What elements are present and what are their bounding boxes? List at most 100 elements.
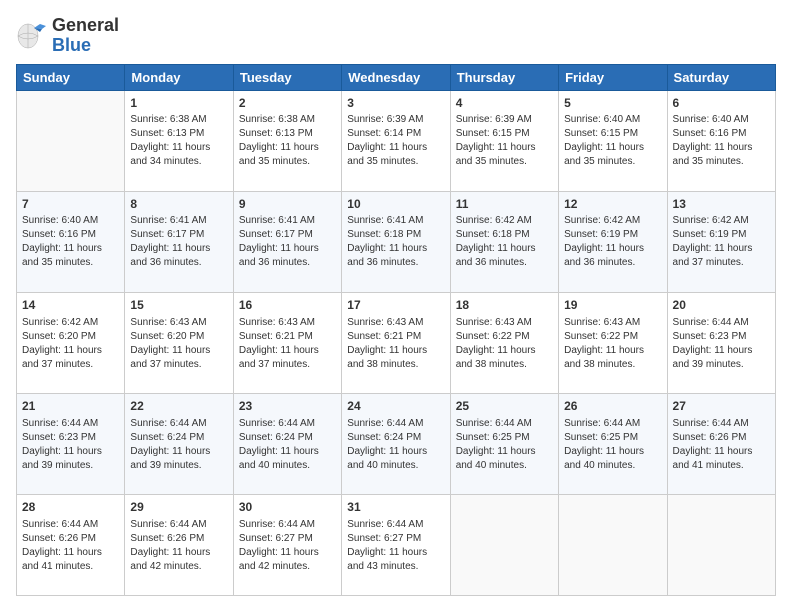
day-info: Sunrise: 6:44 AMSunset: 6:23 PMDaylight:… (673, 316, 770, 372)
day-info: Sunrise: 6:44 AMSunset: 6:25 PMDaylight:… (456, 417, 553, 473)
calendar-cell: 1Sunrise: 6:38 AMSunset: 6:13 PMDaylight… (125, 90, 233, 191)
day-info: Sunrise: 6:38 AMSunset: 6:13 PMDaylight:… (239, 113, 336, 169)
weekday-header: Wednesday (342, 64, 450, 90)
calendar-cell: 15 Sunrise: 6:43 AMSunset: 6:20 PMDayligh… (125, 292, 233, 393)
day-info: Sunrise: 6:43 AMSunset: 6:20 PMDaylight:… (130, 316, 227, 372)
day-number: 3 (347, 95, 444, 112)
day-info: Sunrise: 6:43 AMSunset: 6:22 PMDaylight:… (564, 316, 661, 372)
calendar-cell: 29Sunrise: 6:44 AMSunset: 6:26 PMDayligh… (125, 494, 233, 595)
calendar-cell: 10Sunrise: 6:41 AMSunset: 6:18 PMDayligh… (342, 191, 450, 292)
day-info: Sunrise: 6:39 AMSunset: 6:14 PMDaylight:… (347, 113, 444, 169)
calendar-cell: 23 Sunrise: 6:44 AMSunset: 6:24 PMDayligh… (233, 393, 341, 494)
day-number: 23 (239, 398, 336, 415)
weekday-header: Thursday (450, 64, 558, 90)
day-number: 24 (347, 398, 444, 415)
page: General Blue SundayMondayTuesdayWednesda… (0, 0, 792, 612)
day-number: 25 (456, 398, 553, 415)
day-number: 18 (456, 297, 553, 314)
logo-blue: Blue (52, 35, 91, 55)
calendar-cell: 12Sunrise: 6:42 AMSunset: 6:19 PMDayligh… (559, 191, 667, 292)
day-number: 19 (564, 297, 661, 314)
day-info: Sunrise: 6:44 AMSunset: 6:25 PMDaylight:… (564, 417, 661, 473)
logo-general: General (52, 15, 119, 35)
day-info: Sunrise: 6:42 AMSunset: 6:19 PMDaylight:… (564, 214, 661, 270)
day-info: Sunrise: 6:41 AMSunset: 6:17 PMDaylight:… (239, 214, 336, 270)
calendar-cell: 21 Sunrise: 6:44 AMSunset: 6:23 PMDayligh… (17, 393, 125, 494)
day-info: Sunrise: 6:44 AMSunset: 6:24 PMDaylight:… (239, 417, 336, 473)
day-info: Sunrise: 6:43 AMSunset: 6:21 PMDaylight:… (347, 316, 444, 372)
day-info: Sunrise: 6:40 AMSunset: 6:16 PMDaylight:… (22, 214, 119, 270)
day-info: Sunrise: 6:41 AMSunset: 6:18 PMDaylight:… (347, 214, 444, 270)
calendar-cell: 11Sunrise: 6:42 AMSunset: 6:18 PMDayligh… (450, 191, 558, 292)
calendar-cell: 30 Sunrise: 6:44 AMSunset: 6:27 PMDayligh… (233, 494, 341, 595)
calendar-cell: 27 Sunrise: 6:44 AMSunset: 6:26 PMDayligh… (667, 393, 775, 494)
calendar-cell: 6Sunrise: 6:40 AMSunset: 6:16 PMDaylight… (667, 90, 775, 191)
weekday-header: Sunday (17, 64, 125, 90)
day-info: Sunrise: 6:44 AMSunset: 6:26 PMDaylight:… (22, 518, 119, 574)
day-number: 4 (456, 95, 553, 112)
day-info: Sunrise: 6:38 AMSunset: 6:13 PMDaylight:… (130, 113, 227, 169)
calendar-cell: 18 Sunrise: 6:43 AMSunset: 6:22 PMDayligh… (450, 292, 558, 393)
calendar-cell: 28 Sunrise: 6:44 AMSunset: 6:26 PMDayligh… (17, 494, 125, 595)
header: General Blue (16, 16, 776, 56)
day-info: Sunrise: 6:44 AMSunset: 6:26 PMDaylight:… (673, 417, 770, 473)
day-info: Sunrise: 6:41 AMSunset: 6:17 PMDaylight:… (130, 214, 227, 270)
calendar-cell: 13Sunrise: 6:42 AMSunset: 6:19 PMDayligh… (667, 191, 775, 292)
day-info: Sunrise: 6:42 AMSunset: 6:20 PMDaylight:… (22, 316, 119, 372)
day-number: 21 (22, 398, 119, 415)
calendar-cell: 16Sunrise: 6:43 AMSunset: 6:21 PMDayligh… (233, 292, 341, 393)
calendar-cell: 9Sunrise: 6:41 AMSunset: 6:17 PMDaylight… (233, 191, 341, 292)
day-info: Sunrise: 6:40 AMSunset: 6:16 PMDaylight:… (673, 113, 770, 169)
calendar-cell: 7Sunrise: 6:40 AMSunset: 6:16 PMDaylight… (17, 191, 125, 292)
calendar-cell: 20 Sunrise: 6:44 AMSunset: 6:23 PMDayligh… (667, 292, 775, 393)
day-info: Sunrise: 6:42 AMSunset: 6:19 PMDaylight:… (673, 214, 770, 270)
calendar-cell: 31 Sunrise: 6:44 AMSunset: 6:27 PMDayligh… (342, 494, 450, 595)
day-number: 30 (239, 499, 336, 516)
weekday-header: Friday (559, 64, 667, 90)
day-number: 1 (130, 95, 227, 112)
calendar-cell: 3Sunrise: 6:39 AMSunset: 6:14 PMDaylight… (342, 90, 450, 191)
calendar-cell: 17Sunrise: 6:43 AMSunset: 6:21 PMDayligh… (342, 292, 450, 393)
calendar-cell: 24Sunrise: 6:44 AMSunset: 6:24 PMDayligh… (342, 393, 450, 494)
day-info: Sunrise: 6:44 AMSunset: 6:26 PMDaylight:… (130, 518, 227, 574)
day-info: Sunrise: 6:43 AMSunset: 6:22 PMDaylight:… (456, 316, 553, 372)
calendar-cell (17, 90, 125, 191)
day-number: 10 (347, 196, 444, 213)
day-number: 16 (239, 297, 336, 314)
calendar-cell: 4Sunrise: 6:39 AMSunset: 6:15 PMDaylight… (450, 90, 558, 191)
day-number: 14 (22, 297, 119, 314)
calendar-table: SundayMondayTuesdayWednesdayThursdayFrid… (16, 64, 776, 596)
day-number: 27 (673, 398, 770, 415)
day-number: 15 (130, 297, 227, 314)
calendar-cell: 2Sunrise: 6:38 AMSunset: 6:13 PMDaylight… (233, 90, 341, 191)
calendar-cell: 19 Sunrise: 6:43 AMSunset: 6:22 PMDayligh… (559, 292, 667, 393)
day-number: 6 (673, 95, 770, 112)
day-info: Sunrise: 6:44 AMSunset: 6:23 PMDaylight:… (22, 417, 119, 473)
day-number: 13 (673, 196, 770, 213)
day-number: 5 (564, 95, 661, 112)
day-info: Sunrise: 6:44 AMSunset: 6:27 PMDaylight:… (347, 518, 444, 574)
day-info: Sunrise: 6:44 AMSunset: 6:27 PMDaylight:… (239, 518, 336, 574)
day-number: 7 (22, 196, 119, 213)
calendar-cell: 26Sunrise: 6:44 AMSunset: 6:25 PMDayligh… (559, 393, 667, 494)
calendar-cell (667, 494, 775, 595)
logo: General Blue (16, 16, 119, 56)
day-number: 22 (130, 398, 227, 415)
day-number: 11 (456, 196, 553, 213)
calendar-cell (450, 494, 558, 595)
day-number: 31 (347, 499, 444, 516)
day-number: 20 (673, 297, 770, 314)
day-info: Sunrise: 6:44 AMSunset: 6:24 PMDaylight:… (130, 417, 227, 473)
calendar-cell: 5Sunrise: 6:40 AMSunset: 6:15 PMDaylight… (559, 90, 667, 191)
day-number: 28 (22, 499, 119, 516)
day-number: 2 (239, 95, 336, 112)
day-info: Sunrise: 6:39 AMSunset: 6:15 PMDaylight:… (456, 113, 553, 169)
weekday-header: Saturday (667, 64, 775, 90)
calendar-cell: 14 Sunrise: 6:42 AMSunset: 6:20 PMDayligh… (17, 292, 125, 393)
day-info: Sunrise: 6:42 AMSunset: 6:18 PMDaylight:… (456, 214, 553, 270)
logo-icon (16, 20, 48, 52)
day-info: Sunrise: 6:40 AMSunset: 6:15 PMDaylight:… (564, 113, 661, 169)
weekday-header: Monday (125, 64, 233, 90)
calendar-cell: 25 Sunrise: 6:44 AMSunset: 6:25 PMDayligh… (450, 393, 558, 494)
calendar-cell: 22 Sunrise: 6:44 AMSunset: 6:24 PMDayligh… (125, 393, 233, 494)
